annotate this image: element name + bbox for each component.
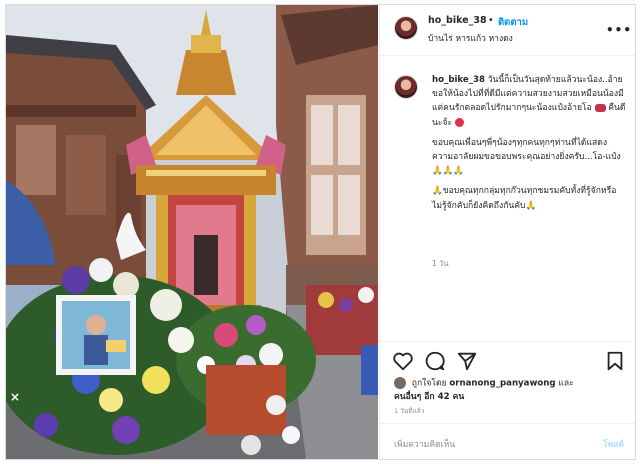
share-icon[interactable] bbox=[456, 350, 478, 372]
caption-avatar[interactable] bbox=[394, 75, 418, 99]
more-options-icon[interactable]: ••• bbox=[606, 23, 632, 37]
heart-icon bbox=[594, 103, 606, 112]
post-caption: ho_bike_38 วันนี้ก็เป็นวันสุดท้ายแล้วนะน… bbox=[432, 73, 628, 219]
post-comment-button[interactable]: โพสต์ bbox=[603, 437, 624, 451]
post-header: ho_bike_38 • ติดตาม บ้านไร่ หารแก้ว หางด… bbox=[380, 5, 635, 56]
comment-icon[interactable] bbox=[424, 350, 446, 372]
likes-summary: ถูกใจโดย ornanong_panyawong และ คนอื่นๆ … bbox=[394, 377, 630, 404]
post-side-panel: ho_bike_38 • ติดตาม บ้านไร่ หารแก้ว หางด… bbox=[379, 5, 635, 459]
bookmark-icon[interactable] bbox=[604, 350, 626, 372]
follow-button[interactable]: ติดตาม bbox=[498, 15, 528, 30]
likes-others-link[interactable]: คนอื่นๆ อีก 42 คน bbox=[394, 392, 464, 402]
close-icon[interactable]: × bbox=[10, 390, 20, 404]
location-link[interactable]: บ้านไร่ หารแก้ว หางดง bbox=[428, 31, 513, 45]
post-timestamp[interactable]: 1 วันที่แล้ว bbox=[394, 406, 424, 416]
caption-paragraph-3: 🙏ขอบคุณทุกกลุ่มทุกก๊วนทุกชมรมคับทั้งที่ร… bbox=[432, 186, 617, 211]
post-photo[interactable]: × bbox=[6, 5, 378, 459]
funeral-photo-illustration bbox=[6, 5, 378, 459]
caption-paragraph-2: ขอบคุณเพื่อนๆพี่ๆน้องๆทุกคนทุกๆท่านที่ได… bbox=[432, 137, 621, 177]
red-heart-icon bbox=[454, 117, 464, 127]
likes-prefix: ถูกใจโดย bbox=[411, 378, 447, 389]
heart-like-icon[interactable] bbox=[392, 350, 414, 372]
header-username[interactable]: ho_bike_38 bbox=[428, 15, 487, 26]
caption-time[interactable]: 1 วัน bbox=[432, 258, 449, 270]
comment-bar: เพิ่มความคิดเห็น โพสต์ bbox=[380, 423, 635, 459]
caption-username[interactable]: ho_bike_38 bbox=[432, 75, 485, 85]
post-modal: × ho_bike_38 • ติดตาม บ้านไร่ หารแก้ว หา… bbox=[5, 4, 636, 460]
separator-dot: • bbox=[488, 15, 494, 26]
comment-input[interactable]: เพิ่มความคิดเห็น bbox=[394, 437, 455, 451]
liker-username[interactable]: ornanong_panyawong bbox=[449, 379, 555, 389]
likes-connector: และ bbox=[558, 378, 574, 389]
liker-avatar[interactable] bbox=[394, 377, 406, 389]
avatar[interactable] bbox=[394, 16, 418, 40]
